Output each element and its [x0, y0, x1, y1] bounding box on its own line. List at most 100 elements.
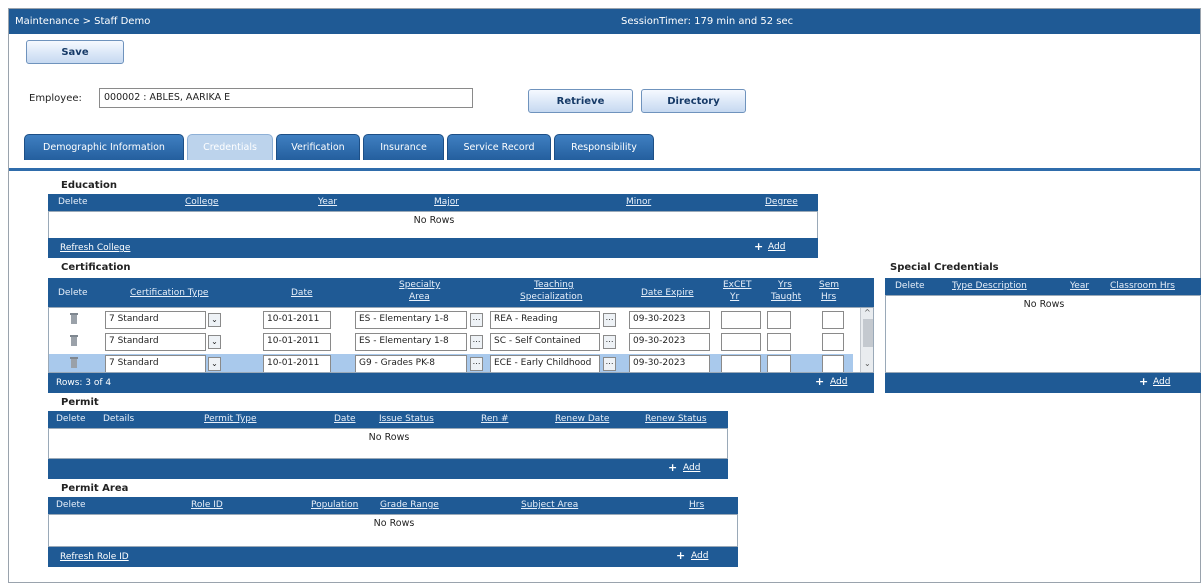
date-field[interactable]: 10-01-2011	[263, 355, 331, 372]
tab-verification[interactable]: Verification	[276, 134, 360, 160]
employee-field[interactable]: 000002 : ABLES, AARIKA E	[99, 88, 473, 108]
yrs-taught-field[interactable]	[767, 311, 791, 329]
col-yrs[interactable]: Yrs	[778, 280, 792, 290]
col-sem[interactable]: Sem	[819, 280, 839, 290]
col-hrs[interactable]: Hrs	[821, 292, 836, 302]
certification-type-select[interactable]: 7 Standard	[105, 355, 206, 372]
chevron-down-icon[interactable]: ⌄	[208, 313, 221, 327]
col-date-expire[interactable]: Date Expire	[641, 288, 694, 298]
col-college[interactable]: College	[185, 197, 219, 207]
tab-demographic-information[interactable]: Demographic Information	[24, 134, 184, 160]
excet-yr-field[interactable]	[721, 333, 761, 351]
col-certification-type[interactable]: Certification Type	[130, 288, 208, 298]
plus-icon[interactable]: +	[668, 461, 677, 474]
yrs-taught-field[interactable]	[767, 333, 791, 351]
trash-icon[interactable]	[69, 334, 79, 347]
excet-yr-field[interactable]	[721, 311, 761, 329]
col-year[interactable]: Year	[318, 197, 337, 207]
refresh-role-id-link[interactable]: Refresh Role ID	[60, 552, 129, 562]
col-issue-status[interactable]: Issue Status	[379, 414, 434, 424]
teaching-specialization-field[interactable]: SC - Self Contained	[490, 333, 600, 351]
plus-icon[interactable]: +	[1139, 375, 1148, 388]
col-renew-status[interactable]: Renew Status	[645, 414, 707, 424]
teaching-specialization-field[interactable]: REA - Reading	[490, 311, 600, 329]
retrieve-button[interactable]: Retrieve	[528, 89, 633, 113]
tab-service-record[interactable]: Service Record	[447, 134, 551, 160]
trash-icon[interactable]	[69, 312, 79, 325]
teaching-specialization-field[interactable]: ECE - Early Childhood	[490, 355, 600, 372]
col-taught[interactable]: Taught	[771, 292, 801, 302]
col-hrs[interactable]: Hrs	[689, 500, 704, 510]
certification-type-select[interactable]: 7 Standard	[105, 311, 206, 329]
ellipsis-icon[interactable]: ⋯	[603, 313, 616, 327]
refresh-college-link[interactable]: Refresh College	[60, 243, 130, 253]
no-rows-text: No Rows	[368, 432, 410, 443]
chevron-down-icon[interactable]: ⌄	[208, 335, 221, 349]
permit-area-add-link[interactable]: Add	[691, 551, 708, 561]
scrollbar[interactable]: ^ ⌄	[860, 308, 873, 372]
date-expire-field[interactable]: 09-30-2023	[629, 311, 710, 329]
col-permit-type[interactable]: Permit Type	[204, 414, 257, 424]
sem-hrs-field[interactable]	[822, 333, 844, 351]
directory-button[interactable]: Directory	[641, 89, 746, 113]
scroll-down-icon[interactable]: ⌄	[864, 359, 871, 368]
sem-hrs-field[interactable]	[822, 355, 844, 372]
table-row-selected[interactable]: 7 Standard ⌄ 10-01-2011 G9 - Grades PK-8…	[49, 354, 853, 372]
col-excet[interactable]: ExCET	[723, 280, 751, 290]
col-role-id[interactable]: Role ID	[191, 500, 223, 510]
col-degree[interactable]: Degree	[765, 197, 798, 207]
date-expire-field[interactable]: 09-30-2023	[629, 355, 710, 372]
chevron-down-icon[interactable]: ⌄	[208, 357, 221, 371]
col-area[interactable]: Area	[409, 292, 430, 302]
ellipsis-icon[interactable]: ⋯	[470, 313, 483, 327]
specialty-area-field[interactable]: ES - Elementary 1-8	[355, 333, 467, 351]
permit-add-link[interactable]: Add	[683, 463, 700, 473]
col-classroom-hrs[interactable]: Classroom Hrs	[1110, 281, 1175, 291]
col-type-description[interactable]: Type Description	[952, 281, 1027, 291]
col-minor[interactable]: Minor	[626, 197, 651, 207]
tab-credentials[interactable]: Credentials	[187, 134, 273, 160]
scroll-thumb[interactable]	[863, 319, 873, 347]
ellipsis-icon[interactable]: ⋯	[470, 335, 483, 349]
education-add-link[interactable]: Add	[768, 242, 785, 252]
ellipsis-icon[interactable]: ⋯	[603, 335, 616, 349]
col-renew-date[interactable]: Renew Date	[555, 414, 609, 424]
col-year[interactable]: Year	[1070, 281, 1089, 291]
col-excet-yr[interactable]: Yr	[730, 292, 739, 302]
plus-icon[interactable]: +	[815, 375, 824, 388]
plus-icon[interactable]: +	[676, 549, 685, 562]
sem-hrs-field[interactable]	[822, 311, 844, 329]
plus-icon[interactable]: +	[754, 240, 763, 253]
col-date[interactable]: Date	[291, 288, 313, 298]
no-rows-text: No Rows	[373, 518, 415, 529]
col-date[interactable]: Date	[334, 414, 356, 424]
date-expire-field[interactable]: 09-30-2023	[629, 333, 710, 351]
date-field[interactable]: 10-01-2011	[263, 311, 331, 329]
col-subject-area[interactable]: Subject Area	[521, 500, 578, 510]
col-major[interactable]: Major	[434, 197, 459, 207]
scroll-up-icon[interactable]: ^	[864, 308, 871, 317]
tab-insurance[interactable]: Insurance	[363, 134, 444, 160]
tab-responsibility[interactable]: Responsibility	[554, 134, 654, 160]
yrs-taught-field[interactable]	[767, 355, 791, 372]
specialty-area-field[interactable]: ES - Elementary 1-8	[355, 311, 467, 329]
trash-icon[interactable]	[69, 356, 79, 369]
col-grade-range[interactable]: Grade Range	[380, 500, 439, 510]
special-credentials-add-link[interactable]: Add	[1153, 377, 1170, 387]
certification-add-link[interactable]: Add	[830, 377, 847, 387]
col-population[interactable]: Population	[311, 500, 358, 510]
save-button[interactable]: Save	[26, 40, 124, 64]
permit-area-header: Delete Role ID Population Grade Range Su…	[48, 497, 738, 514]
col-teaching[interactable]: Teaching	[534, 280, 574, 290]
certification-header: Delete Certification Type Date Specialty…	[48, 278, 874, 307]
ellipsis-icon[interactable]: ⋯	[603, 357, 616, 371]
excet-yr-field[interactable]	[721, 355, 761, 372]
certification-type-select[interactable]: 7 Standard	[105, 333, 206, 351]
specialty-area-field[interactable]: G9 - Grades PK-8	[355, 355, 467, 372]
ellipsis-icon[interactable]: ⋯	[470, 357, 483, 371]
col-specialization[interactable]: Specialization	[520, 292, 582, 302]
table-row: 7 Standard ⌄ 10-01-2011 ES - Elementary …	[49, 332, 853, 352]
col-ren-number[interactable]: Ren #	[481, 414, 509, 424]
col-specialty[interactable]: Specialty	[399, 280, 440, 290]
date-field[interactable]: 10-01-2011	[263, 333, 331, 351]
